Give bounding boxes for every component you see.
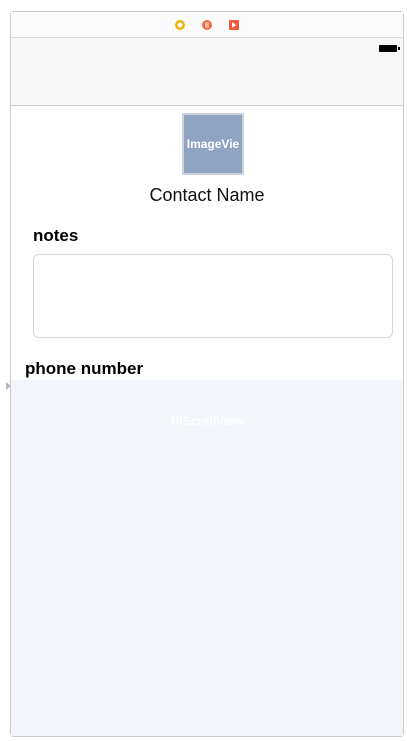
scene-dock	[11, 12, 403, 38]
image-view-label: ImageVie	[186, 137, 240, 151]
contact-image-view[interactable]: ImageVie	[182, 113, 244, 175]
storyboard-canvas: ImageVie Contact Name notes phone number…	[0, 0, 407, 741]
view-controller-scene[interactable]: ImageVie Contact Name notes phone number…	[10, 11, 404, 737]
view-controller-icon[interactable]	[174, 19, 186, 31]
battery-icon	[379, 45, 400, 52]
contact-name-label[interactable]: Contact Name	[11, 185, 403, 206]
navigation-bar[interactable]	[11, 38, 403, 106]
first-responder-icon[interactable]	[201, 19, 213, 31]
notes-text-view[interactable]	[33, 254, 393, 338]
exit-icon[interactable]	[228, 19, 240, 31]
phone-scroll-view[interactable]: UIScrollView	[11, 380, 403, 736]
phone-number-label[interactable]: phone number	[25, 359, 143, 379]
scroll-view-label: UIScrollView	[170, 414, 244, 428]
notes-label[interactable]: notes	[33, 226, 78, 246]
